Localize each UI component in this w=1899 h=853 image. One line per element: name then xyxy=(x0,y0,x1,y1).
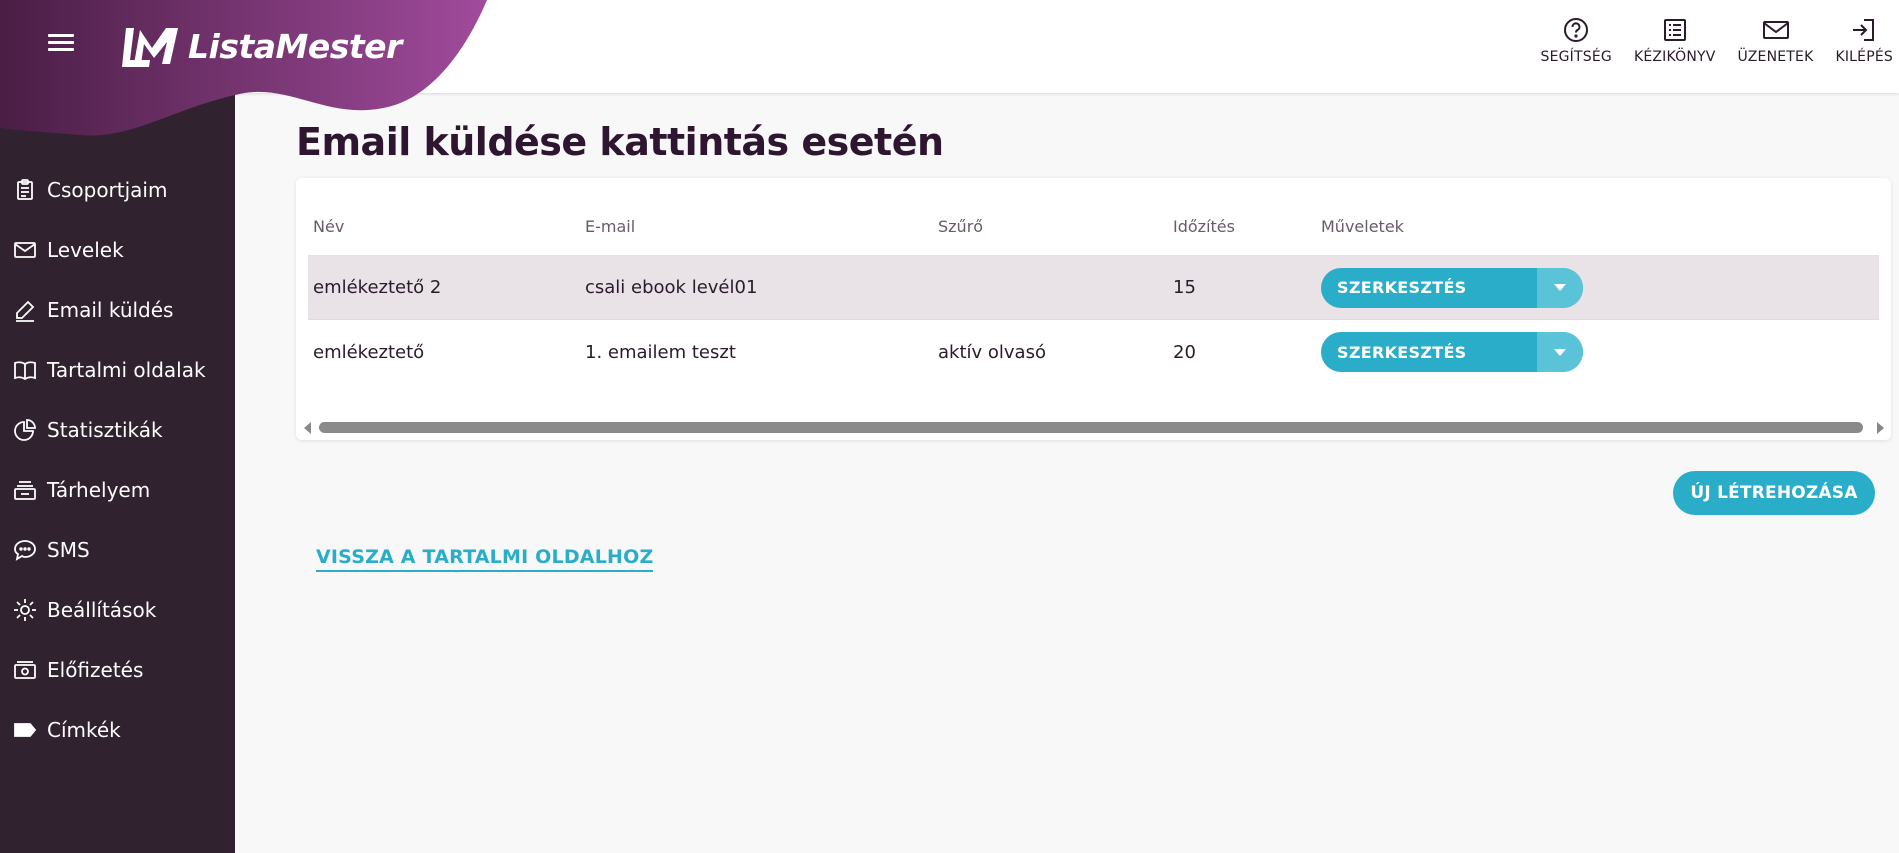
pencil-icon xyxy=(12,297,38,323)
money-icon xyxy=(12,657,38,683)
column-header-filter: Szűrő xyxy=(938,217,984,236)
help-icon xyxy=(1564,18,1589,42)
brand-name: ListaMester xyxy=(188,26,402,66)
sidebar-item-label: Statisztikák xyxy=(47,418,163,442)
sidebar-item-label: Címkék xyxy=(47,718,121,742)
messages-button[interactable]: ÜZENETEK xyxy=(1738,16,1814,65)
edit-dropdown-toggle[interactable] xyxy=(1537,267,1583,308)
sidebar-item-levelek[interactable]: Levelek xyxy=(0,220,235,280)
help-label: SEGÍTSÉG xyxy=(1540,49,1612,65)
manual-label: KÉZIKÖNYV xyxy=(1633,49,1716,65)
sidebar-item-label: Előfizetés xyxy=(47,658,144,682)
brand-background-shape xyxy=(0,0,487,136)
sidebar-item-csoportjaim[interactable]: Csoportjaim xyxy=(0,160,235,220)
listamester-logo-icon xyxy=(122,28,178,67)
pie-chart-icon xyxy=(12,417,38,443)
sidebar-item-email-kuldes[interactable]: Email küldés xyxy=(0,280,235,340)
horizontal-scrollbar[interactable] xyxy=(304,420,1884,434)
column-header-timing: Időzítés xyxy=(1173,217,1235,236)
page-title: Email küldése kattintás esetén xyxy=(296,120,944,164)
sidebar-item-label: Email küldés xyxy=(47,298,174,322)
chat-icon xyxy=(12,537,38,563)
edit-split-button: SZERKESZTÉS xyxy=(1321,332,1583,372)
chevron-down-icon xyxy=(1554,284,1566,291)
sidebar-item-label: Beállítások xyxy=(47,598,157,622)
automation-table: Név E-mail Szűrő Időzítés Műveletek emlé… xyxy=(308,198,1879,384)
sidebar-item-sms[interactable]: SMS xyxy=(0,520,235,580)
manual-button[interactable]: KÉZIKÖNYV xyxy=(1634,16,1716,65)
cell-email: csali ebook levél01 xyxy=(585,277,758,298)
header-actions: SEGÍTSÉG KÉZIKÖNYV ÜZENETEK KILÉPÉS xyxy=(1518,16,1899,65)
scroll-right-icon[interactable] xyxy=(1877,422,1884,434)
table-row: emlékeztető 1. emailem teszt aktív olvas… xyxy=(308,320,1879,384)
sidebar-item-label: Tárhelyem xyxy=(47,478,151,502)
create-new-button[interactable]: ÚJ LÉTREHOZÁSA xyxy=(1673,471,1875,515)
tag-icon xyxy=(12,717,38,743)
messages-label: ÜZENETEK xyxy=(1737,49,1814,65)
gear-icon xyxy=(12,597,38,623)
cell-actions: SZERKESZTÉS xyxy=(1316,332,1616,372)
chevron-down-icon xyxy=(1554,348,1566,356)
envelope-icon xyxy=(12,237,38,263)
logout-label: KILÉPÉS xyxy=(1835,49,1893,65)
logout-button[interactable]: KILÉPÉS xyxy=(1835,16,1893,65)
table-header: Név E-mail Szűrő Időzítés Műveletek xyxy=(308,198,1879,256)
sidebar-item-beallitasok[interactable]: Beállítások xyxy=(0,580,235,640)
sidebar-item-statisztikak[interactable]: Statisztikák xyxy=(0,400,235,460)
sidebar-item-label: Levelek xyxy=(47,238,124,262)
brand-logo[interactable]: ListaMester xyxy=(120,24,402,68)
sidebar-item-elofizetes[interactable]: Előfizetés xyxy=(0,640,235,700)
mail-icon xyxy=(1762,21,1789,39)
cell-name: emlékeztető xyxy=(313,341,425,363)
cell-actions: SZERKESZTÉS xyxy=(1316,267,1616,308)
book-icon xyxy=(12,357,38,383)
storage-icon xyxy=(12,477,38,503)
edit-dropdown-toggle[interactable] xyxy=(1537,332,1583,372)
clipboard-icon xyxy=(12,177,38,203)
scroll-left-icon[interactable] xyxy=(304,422,311,434)
hamburger-icon[interactable] xyxy=(48,30,80,56)
help-button[interactable]: SEGÍTSÉG xyxy=(1540,16,1612,65)
cell-name: emlékeztető 2 xyxy=(313,277,442,298)
scrollbar-thumb[interactable] xyxy=(319,422,1863,433)
cell-timing: 15 xyxy=(1173,277,1196,298)
sidebar-item-cimkek[interactable]: Címkék xyxy=(0,700,235,760)
sidebar-item-tarhelyem[interactable]: Tárhelyem xyxy=(0,460,235,520)
edit-split-button: SZERKESZTÉS xyxy=(1321,267,1583,308)
cell-email: 1. emailem teszt xyxy=(585,341,736,363)
cell-timing: 20 xyxy=(1173,341,1196,363)
cell-filter: aktív olvasó xyxy=(938,341,1046,363)
edit-button[interactable]: SZERKESZTÉS xyxy=(1321,332,1537,372)
automation-table-card: Név E-mail Szűrő Időzítés Műveletek emlé… xyxy=(296,178,1891,440)
sidebar-item-label: SMS xyxy=(47,538,90,562)
sidebar-nav: Csoportjaim Levelek Email küldés Tartalm… xyxy=(0,160,235,760)
table-row: emlékeztető 2 csali ebook levél01 15 SZE… xyxy=(308,256,1879,320)
manual-icon xyxy=(1663,19,1686,41)
column-header-email: E-mail xyxy=(585,217,636,236)
sidebar-item-tartalmi-oldalak[interactable]: Tartalmi oldalak xyxy=(0,340,235,400)
column-header-name: Név xyxy=(313,217,345,236)
back-to-content-page-link[interactable]: VISSZA A TARTALMI OLDALHOZ xyxy=(316,546,654,572)
sidebar-item-label: Csoportjaim xyxy=(47,178,168,202)
column-header-actions: Műveletek xyxy=(1321,217,1404,236)
edit-button[interactable]: SZERKESZTÉS xyxy=(1321,268,1537,308)
sidebar-item-label: Tartalmi oldalak xyxy=(47,358,206,382)
logout-icon xyxy=(1853,19,1875,41)
top-header: ListaMester SEGÍTSÉG KÉZIKÖNYV ÜZENETEK … xyxy=(0,0,1899,136)
